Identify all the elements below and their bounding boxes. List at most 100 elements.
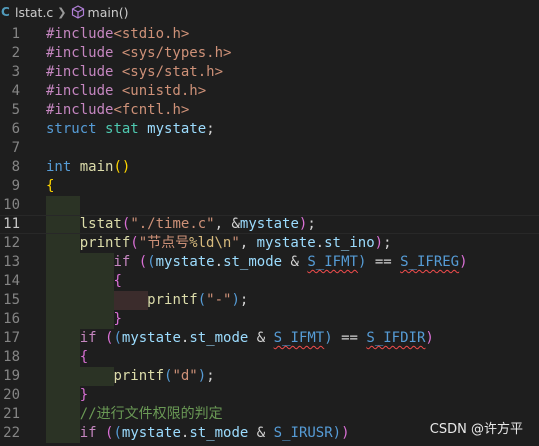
code-token: ( (113, 330, 122, 346)
code-token: ) (324, 330, 333, 346)
code-token: struct (46, 121, 106, 137)
code-token: mystate (147, 121, 207, 137)
breadcrumb: C lstat.c ❯ main() (0, 0, 539, 24)
code-text: printf("节点号%ld\n", mystate.st_ino); (46, 234, 392, 253)
code-line[interactable]: 4 #include <unistd.h> (0, 82, 539, 101)
code-line[interactable]: 3 #include <sys/stat.h> (0, 63, 539, 82)
code-line[interactable]: 5 #include<fcntl.h> (0, 101, 539, 120)
code-token: "d" (172, 368, 198, 384)
code-text: } (46, 386, 88, 405)
code-token: mystate (121, 330, 181, 346)
code-line[interactable]: 6 struct stat mystate; (0, 120, 539, 139)
line-number: 9 (11, 178, 20, 194)
code-line[interactable]: 14 { (0, 272, 539, 291)
breadcrumb-file[interactable]: lstat.c (15, 5, 53, 20)
line-number: 22 (3, 425, 20, 441)
code-token: if (113, 254, 139, 270)
code-token: <sys/stat.h> (121, 64, 224, 80)
code-token: ( (147, 254, 156, 270)
code-text: struct stat mystate; (46, 120, 215, 139)
line-number: 6 (11, 121, 20, 137)
code-token: #include (46, 83, 122, 99)
line-number: 1 (11, 26, 20, 42)
code-token: ( (113, 425, 122, 441)
code-editor[interactable]: 1 #include<stdio.h> 2 #include <sys/types.h… (0, 24, 539, 446)
code-token: st_ino (324, 235, 375, 251)
code-token: { (79, 349, 89, 365)
line-number: 18 (3, 349, 20, 365)
code-token: ) (425, 330, 434, 346)
line-number: 11 (3, 216, 20, 232)
code-token: S_IFREG (400, 254, 460, 270)
c-file-icon: C (1, 5, 10, 19)
code-token: printf (79, 235, 131, 251)
code-line[interactable]: 15 printf("-"); (0, 291, 539, 310)
line-number: 17 (3, 330, 20, 346)
code-token: <unistd.h> (121, 83, 207, 99)
line-number: 8 (11, 159, 20, 175)
code-text: #include<fcntl.h> (46, 101, 189, 120)
code-token: , (239, 235, 257, 251)
code-token: "./time.c" (130, 216, 215, 232)
code-line[interactable]: 8 int main() (0, 158, 539, 177)
code-line[interactable]: 13 if ((mystate.st_mode & S_IFMT) == S_I… (0, 253, 539, 272)
code-token: #include (46, 26, 114, 42)
code-token: { (113, 273, 122, 289)
code-line[interactable]: 9{ (0, 177, 539, 196)
code-token: #include (46, 64, 122, 80)
code-token: //进行文件权限的判定 (79, 406, 223, 422)
code-line[interactable]: 11 lstat("./time.c", &mystate); (0, 215, 539, 234)
code-line[interactable]: 7 (0, 139, 539, 158)
line-number: 10 (3, 197, 20, 213)
line-number: 3 (11, 64, 20, 80)
code-token: == (332, 330, 367, 346)
code-token: ) (231, 292, 240, 308)
code-line[interactable]: 16 } (0, 310, 539, 329)
code-line[interactable]: 12 printf("节点号%ld\n", mystate.st_ino); (0, 234, 539, 253)
code-line[interactable]: 18 { (0, 348, 539, 367)
code-text: if ((mystate.st_mode & S_IFMT) == S_IFRE… (46, 253, 467, 272)
code-token: . (214, 254, 224, 270)
code-line[interactable]: 1 #include<stdio.h> (0, 25, 539, 44)
code-token: st_mode (189, 425, 249, 441)
line-number: 14 (3, 273, 20, 289)
code-line[interactable]: 10 (0, 196, 539, 215)
code-line[interactable]: 20 } (0, 386, 539, 405)
code-token: " (231, 235, 240, 251)
code-token: stat (105, 121, 148, 137)
breadcrumb-symbol[interactable]: main() (88, 5, 129, 20)
code-text: #include <unistd.h> (46, 82, 206, 101)
code-text: if ((mystate.st_mode & S_IRUSR)) (46, 424, 350, 443)
code-token: #include (46, 45, 122, 61)
code-token: ; (239, 292, 249, 308)
code-token: ) (341, 425, 350, 441)
code-text: printf("d"); (46, 367, 214, 386)
code-line[interactable]: 19 printf("d"); (0, 367, 539, 386)
code-token: #include (46, 102, 114, 118)
code-token: int (46, 159, 80, 175)
code-token: ) (332, 425, 342, 441)
code-line[interactable]: 17 if ((mystate.st_mode & S_IFMT) == S_I… (0, 329, 539, 348)
code-token: st_mode (223, 254, 283, 270)
code-text: printf("-"); (46, 291, 248, 310)
code-token: S_IFMT (307, 254, 358, 270)
line-number: 20 (3, 387, 20, 403)
code-token: ) (374, 235, 384, 251)
code-token: <stdio.h> (113, 26, 190, 42)
code-token: ( (138, 254, 148, 270)
line-number: 12 (3, 235, 20, 251)
code-text: #include <sys/types.h> (46, 44, 231, 63)
code-token: mystate (121, 425, 181, 441)
code-line[interactable]: 2 #include <sys/types.h> (0, 44, 539, 63)
line-number: 4 (11, 83, 20, 99)
code-token: printf (147, 292, 198, 308)
code-text: #include <sys/stat.h> (46, 63, 223, 82)
code-token: & (248, 425, 274, 441)
code-token: "-" (206, 292, 232, 308)
